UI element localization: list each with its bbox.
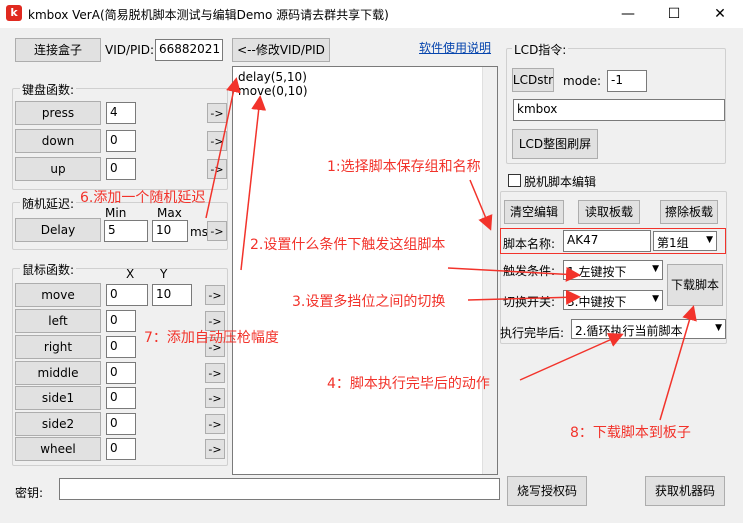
arrow-8 xyxy=(659,305,697,421)
annotation-7: 7：添加自动压枪幅度 xyxy=(144,330,279,346)
annotation-6: 6.添加一个随机延迟 xyxy=(80,190,206,206)
annotation-3: 3.设置多挡位之间的切换 xyxy=(292,294,446,310)
annotation-4: 4：脚本执行完毕后的动作 xyxy=(327,376,490,392)
arrow-2b xyxy=(447,266,581,282)
annotation-2: 2.设置什么条件下触发这组脚本 xyxy=(250,237,446,253)
arrow-1 xyxy=(469,179,493,231)
arrow-3 xyxy=(467,289,581,305)
arrow-4 xyxy=(519,333,624,381)
annotation-1: 1:选择脚本保存组和名称 xyxy=(327,159,481,175)
annotation-8: 8：下载脚本到板子 xyxy=(570,425,691,441)
annotation-arrows xyxy=(205,77,697,421)
arrow-6 xyxy=(205,77,241,219)
